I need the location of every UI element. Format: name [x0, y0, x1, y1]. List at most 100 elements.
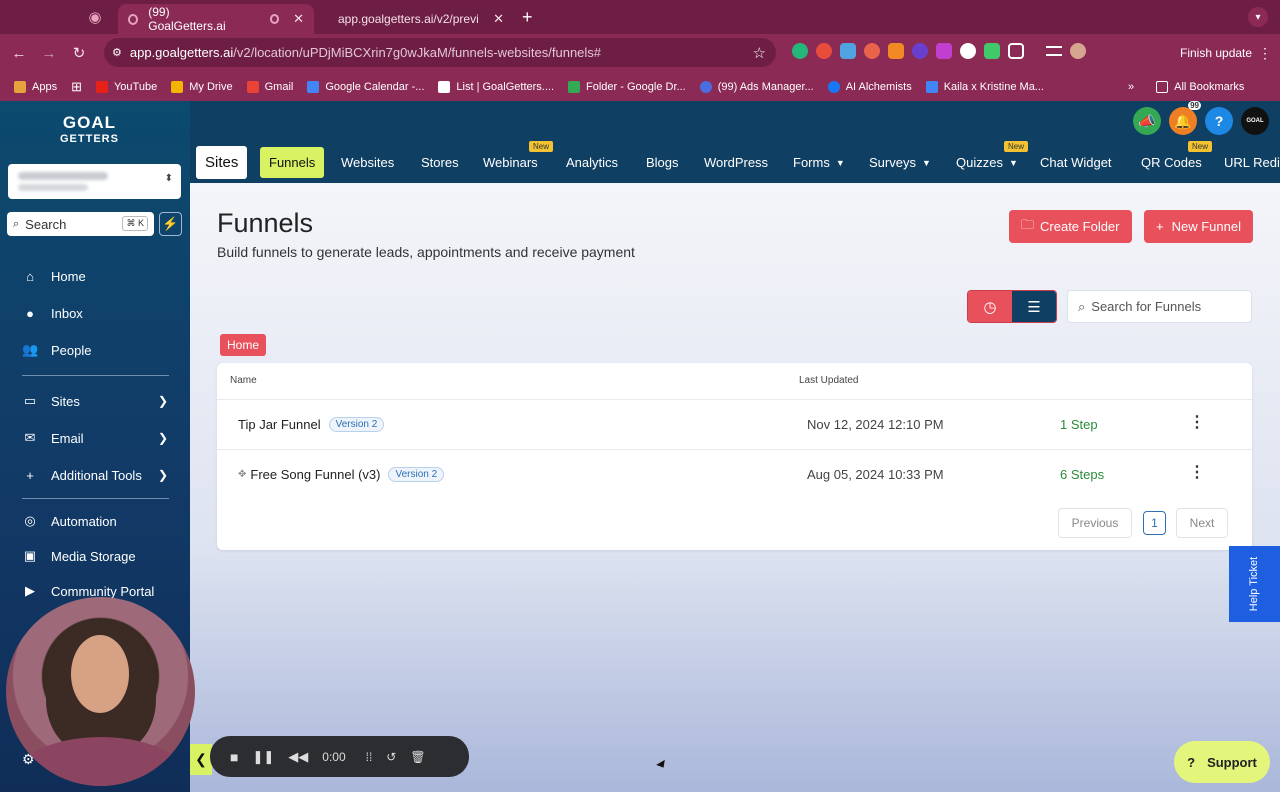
bookmark-list[interactable]: List | GoalGetters....	[438, 80, 554, 93]
new-tab-icon[interactable]: +	[522, 7, 533, 28]
chevron-right-icon: ❯	[157, 468, 168, 482]
extension-icon[interactable]	[912, 43, 928, 59]
sidebar-item-sites[interactable]: ▭ Sites ❯	[0, 386, 190, 416]
bookmark-star-icon[interactable]: ☆	[753, 44, 766, 62]
play-icon: ▶	[25, 583, 35, 598]
tab-wordpress[interactable]: WordPress	[704, 146, 768, 179]
bookmark-my-drive[interactable]: My Drive	[171, 80, 233, 93]
funnel-search-input[interactable]: ⌕ Search for Funnels	[1067, 290, 1252, 323]
bookmark-google-calendar[interactable]: Google Calendar -...	[307, 80, 424, 93]
sidebar-item-people[interactable]: 👥 People	[0, 335, 190, 365]
extension-icon[interactable]	[984, 43, 1000, 59]
url-field[interactable]: ⚙ app.goalgetters.ai/v2/location/uPDjMiB…	[104, 38, 776, 67]
bookmark-ads-manager[interactable]: (99) Ads Manager...	[699, 80, 814, 93]
tab-search-icon[interactable]: ▾	[1248, 7, 1268, 27]
forward-icon[interactable]: →	[34, 45, 64, 62]
table-row[interactable]: ✥ Free Song Funnel (v3) Version 2 Aug 05, …	[217, 449, 1252, 498]
extension-icon[interactable]	[840, 43, 856, 59]
extension-icon[interactable]	[816, 43, 832, 59]
browser-tab[interactable]: app.goalgetters.ai/v2/preview ✕	[314, 4, 514, 34]
restart-icon[interactable]: ↺	[386, 750, 396, 764]
tab-quizzes[interactable]: Quizzes ▼	[956, 146, 1018, 179]
tab-webinars[interactable]: Webinars	[483, 146, 538, 179]
tab-chat-widget[interactable]: Chat Widget	[1040, 146, 1112, 179]
tab-surveys[interactable]: Surveys ▼	[869, 146, 931, 179]
tab-funnels[interactable]: Funnels	[260, 147, 325, 178]
help-ticket-tab[interactable]: Help Ticket	[1229, 546, 1280, 622]
bookmark-kaila[interactable]: Kaila x Kristine Ma...	[925, 80, 1044, 93]
help-icon[interactable]: ?	[1205, 107, 1233, 135]
new-funnel-button[interactable]: + New Funnel	[1144, 210, 1253, 243]
close-tab-icon[interactable]: ✕	[493, 11, 504, 27]
profile-avatar[interactable]	[1070, 43, 1086, 59]
close-tab-icon[interactable]: ✕	[293, 11, 304, 27]
extensions-puzzle-icon[interactable]	[1008, 43, 1024, 59]
bookmarks-overflow-icon[interactable]: »	[1128, 81, 1134, 93]
table-row[interactable]: Tip Jar Funnel Version 2 Nov 12, 2024 12:…	[217, 399, 1252, 448]
bookmark-grid[interactable]: ⊞	[71, 79, 82, 95]
step-count: 1 Step	[1060, 417, 1098, 432]
pause-icon[interactable]: ❚❚	[252, 749, 274, 765]
tab-forms[interactable]: Forms ▼	[793, 146, 845, 179]
site-info-icon[interactable]: ⚙	[112, 46, 122, 59]
reload-icon[interactable]: ↻	[64, 44, 94, 62]
browser-menu-icon[interactable]: ⋮	[1258, 45, 1272, 62]
list-view-icon[interactable]: ☰	[1012, 291, 1056, 322]
next-page-button[interactable]: Next	[1176, 508, 1228, 538]
bookmark-gmail[interactable]: Gmail	[246, 80, 293, 93]
tab-blogs[interactable]: Blogs	[646, 146, 679, 179]
extensions-bar	[792, 43, 1086, 59]
extension-icon[interactable]	[888, 43, 904, 59]
recent-view-clock-icon[interactable]: ◷	[968, 291, 1012, 322]
create-folder-button[interactable]: 🗀 Create Folder	[1009, 210, 1132, 243]
breadcrumb-home[interactable]: Home	[220, 334, 267, 356]
bookmark-folder[interactable]: Folder - Google Dr...	[568, 80, 686, 93]
quick-actions-bolt-icon[interactable]: ⚡	[159, 212, 182, 236]
stop-icon[interactable]: ■	[230, 749, 238, 765]
rewind-icon[interactable]: ◀◀	[288, 749, 308, 765]
reading-list-icon[interactable]	[1046, 46, 1062, 56]
extension-icon[interactable]	[792, 43, 808, 59]
record-indicator-icon: ◉	[88, 9, 102, 26]
previous-page-button[interactable]: Previous	[1058, 508, 1132, 538]
more-options-icon[interactable]: ⋮	[1189, 462, 1205, 482]
bookmark-apps[interactable]: Apps	[14, 80, 57, 93]
extension-icon[interactable]	[960, 43, 976, 59]
page-number-button[interactable]: 1	[1143, 511, 1166, 535]
all-bookmarks[interactable]: All Bookmarks	[1156, 80, 1244, 93]
top-navigation: 📣 🔔 99 ? GOAL Sites Funnels Websites Stor…	[190, 101, 1280, 183]
sidebar-item-email[interactable]: ✉ Email ❯	[0, 423, 190, 453]
tab-stores[interactable]: Stores	[421, 146, 459, 179]
account-switcher[interactable]: ⬍	[8, 164, 181, 199]
announcement-icon[interactable]: 📣	[1133, 107, 1161, 135]
sidebar-search[interactable]: ⌕ Search ⌘ K	[7, 212, 154, 236]
more-options-icon[interactable]: ⋮	[1189, 412, 1205, 432]
tab-qr-codes[interactable]: QR Codes	[1141, 146, 1202, 179]
trash-icon[interactable]: 🗑	[410, 750, 425, 764]
finish-update-button[interactable]: Finish update	[1170, 39, 1262, 67]
collapse-sidebar-icon[interactable]: ❮	[190, 744, 212, 775]
sidebar-item-inbox[interactable]: ● Inbox	[0, 298, 190, 328]
tab-analytics[interactable]: Analytics	[566, 146, 618, 179]
extension-icon[interactable]	[936, 43, 952, 59]
bookmark-ai-alchemists[interactable]: AI Alchemists	[827, 80, 912, 93]
funnel-name[interactable]: Tip Jar Funnel	[238, 417, 321, 432]
sidebar-item-additional-tools[interactable]: + Additional Tools ❯	[0, 460, 190, 490]
sidebar-item-automation[interactable]: ◎ Automation	[0, 506, 190, 536]
logo: GOAL GETTERS	[60, 113, 119, 145]
bookmark-youtube[interactable]: YouTube	[95, 80, 157, 93]
support-button[interactable]: ? Support	[1174, 741, 1270, 783]
extension-icon[interactable]	[864, 43, 880, 59]
profile-logo-avatar[interactable]: GOAL	[1241, 107, 1269, 135]
url-path: /v2/location/uPDjMiBCXrin7g0wJkaM/funnel…	[233, 45, 602, 60]
browser-tab-active[interactable]: (99) GoalGetters.ai ✕	[118, 4, 314, 34]
tab-websites[interactable]: Websites	[341, 146, 394, 179]
drag-grid-icon[interactable]: ⁞⁞	[366, 750, 373, 764]
funnel-name[interactable]: Free Song Funnel (v3)	[250, 467, 380, 482]
sidebar-item-home[interactable]: ⌂ Home	[0, 261, 190, 291]
tab-url-redirects[interactable]: URL Redir	[1224, 146, 1280, 179]
drag-handle-icon[interactable]: ✥	[238, 469, 246, 480]
back-icon[interactable]: ←	[4, 45, 34, 62]
sidebar-item-media-storage[interactable]: ▣ Media Storage	[0, 541, 190, 571]
notifications-bell-icon[interactable]: 🔔 99	[1169, 101, 1201, 135]
